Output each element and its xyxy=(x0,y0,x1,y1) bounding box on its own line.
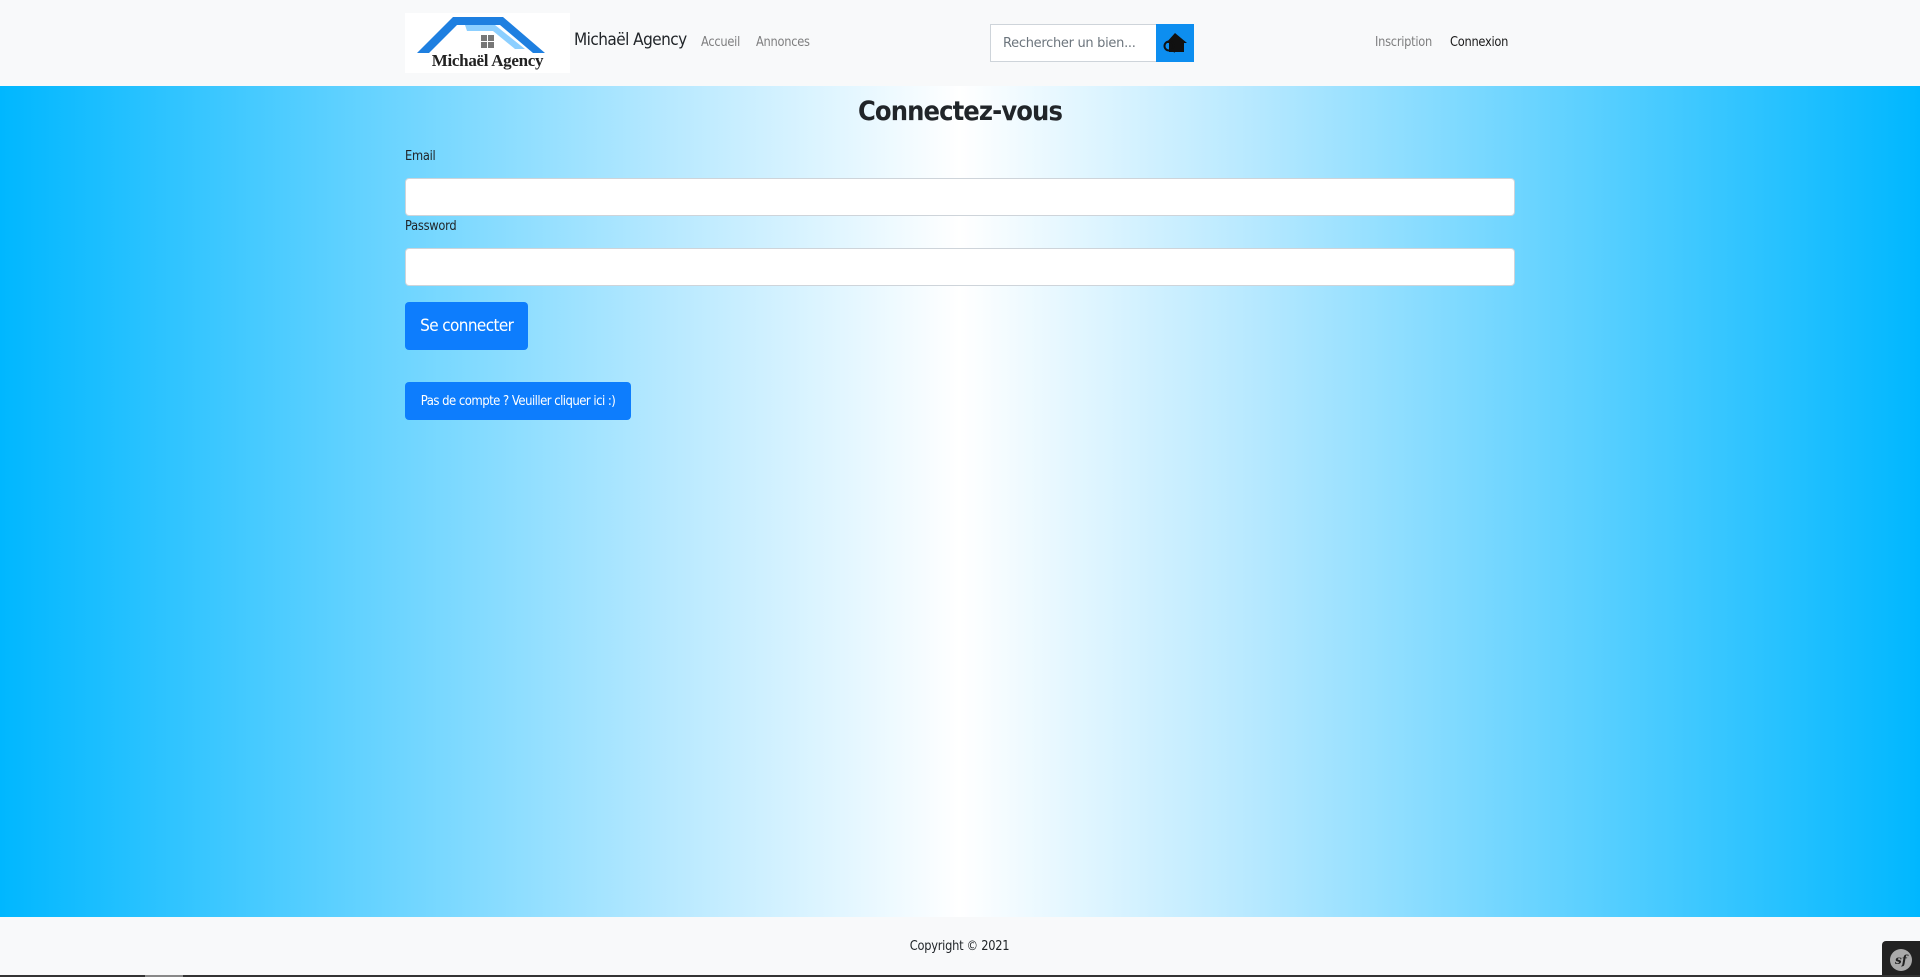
email-field[interactable] xyxy=(405,178,1515,216)
search-input[interactable] xyxy=(990,24,1162,62)
navbar-inner: Michaël Agency Michaël Agency Accueil An… xyxy=(405,0,1515,86)
nav-link-accueil[interactable]: Accueil xyxy=(701,35,740,50)
login-button-label: Se connecter xyxy=(419,316,514,336)
house-search-icon xyxy=(1163,33,1187,53)
logo-text: Michaël Agency xyxy=(431,51,544,70)
nav-link-inscription[interactable]: Inscription xyxy=(1375,35,1432,50)
agency-logo[interactable]: Michaël Agency xyxy=(405,13,570,73)
symfony-toolbar-toggle[interactable]: sf xyxy=(1882,941,1920,977)
email-label: Email xyxy=(405,149,436,164)
nav-link-connexion[interactable]: Connexion xyxy=(1450,35,1508,50)
register-button-label: Pas de compte ? Veuiller cliquer ici :) xyxy=(420,393,616,409)
copyright-text: Copyright © 2021 xyxy=(0,939,1920,954)
main-content: Connectez-vous Email Password Se connect… xyxy=(0,86,1920,917)
copyright-label: Copyright © 2021 xyxy=(910,939,1010,954)
register-button[interactable]: Pas de compte ? Veuiller cliquer ici :) xyxy=(405,382,631,420)
navbar: Michaël Agency Michaël Agency Accueil An… xyxy=(0,0,1920,86)
password-label: Password xyxy=(405,219,457,234)
brand-name[interactable]: Michaël Agency xyxy=(574,30,687,50)
login-button[interactable]: Se connecter xyxy=(405,302,528,350)
password-field[interactable] xyxy=(405,248,1515,286)
login-container: Connectez-vous Email Password Se connect… xyxy=(405,86,1515,917)
nav-link-annonces[interactable]: Annonces xyxy=(756,35,810,50)
symfony-icon: sf xyxy=(1890,949,1912,971)
page-title: Connectez-vous xyxy=(857,96,1063,127)
search-button[interactable] xyxy=(1156,24,1194,62)
footer: Copyright © 2021 sf xyxy=(0,917,1920,977)
